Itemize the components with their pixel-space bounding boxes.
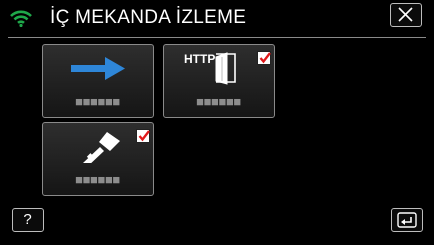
help-button[interactable]: ? — [12, 208, 44, 232]
http-text: HTTP — [184, 52, 215, 66]
tile-label: ■■■■■■ — [75, 172, 120, 187]
tile-http[interactable]: HTTP ■■■■■■ — [163, 44, 275, 118]
header-divider — [8, 37, 426, 38]
wifi-icon — [10, 10, 32, 27]
back-button[interactable] — [391, 208, 423, 232]
tile-label: ■■■■■■ — [196, 94, 241, 109]
check-icon — [138, 130, 150, 142]
header-bar: İÇ MEKANDA İZLEME — [0, 0, 434, 36]
tile-label: ■■■■■■ — [75, 94, 120, 109]
close-button[interactable] — [390, 3, 422, 27]
check-icon — [259, 52, 271, 64]
return-icon — [397, 212, 417, 228]
help-label: ? — [23, 211, 32, 228]
tile-arrow[interactable]: ■■■■■■ — [42, 44, 154, 118]
page-title: İÇ MEKANDA İZLEME — [50, 7, 247, 28]
tile-http-checkbox — [257, 51, 271, 65]
tile-key-checkbox — [136, 129, 150, 143]
close-icon — [398, 7, 413, 22]
tile-key[interactable]: ■■■■■■ — [42, 122, 154, 196]
arrow-right-icon — [71, 57, 125, 80]
